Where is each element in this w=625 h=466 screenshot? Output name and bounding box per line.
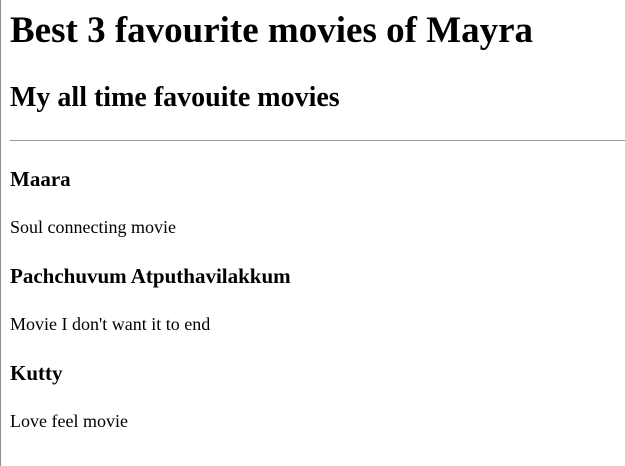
- movie-title: Pachchuvum Atputhavilakkum: [10, 264, 291, 288]
- page-subtitle: My all time favouite movies: [10, 82, 340, 113]
- page-left-border: [0, 0, 1, 466]
- page-title: Best 3 favourite movies of Mayra: [10, 10, 534, 51]
- movie-description: Soul connecting movie: [10, 217, 176, 237]
- movie-title: Kutty: [10, 361, 63, 385]
- movie-title: Maara: [10, 167, 71, 191]
- divider: [10, 140, 625, 141]
- movie-description: Movie I don't want it to end: [10, 314, 211, 334]
- movie-description: Love feel movie: [10, 411, 128, 431]
